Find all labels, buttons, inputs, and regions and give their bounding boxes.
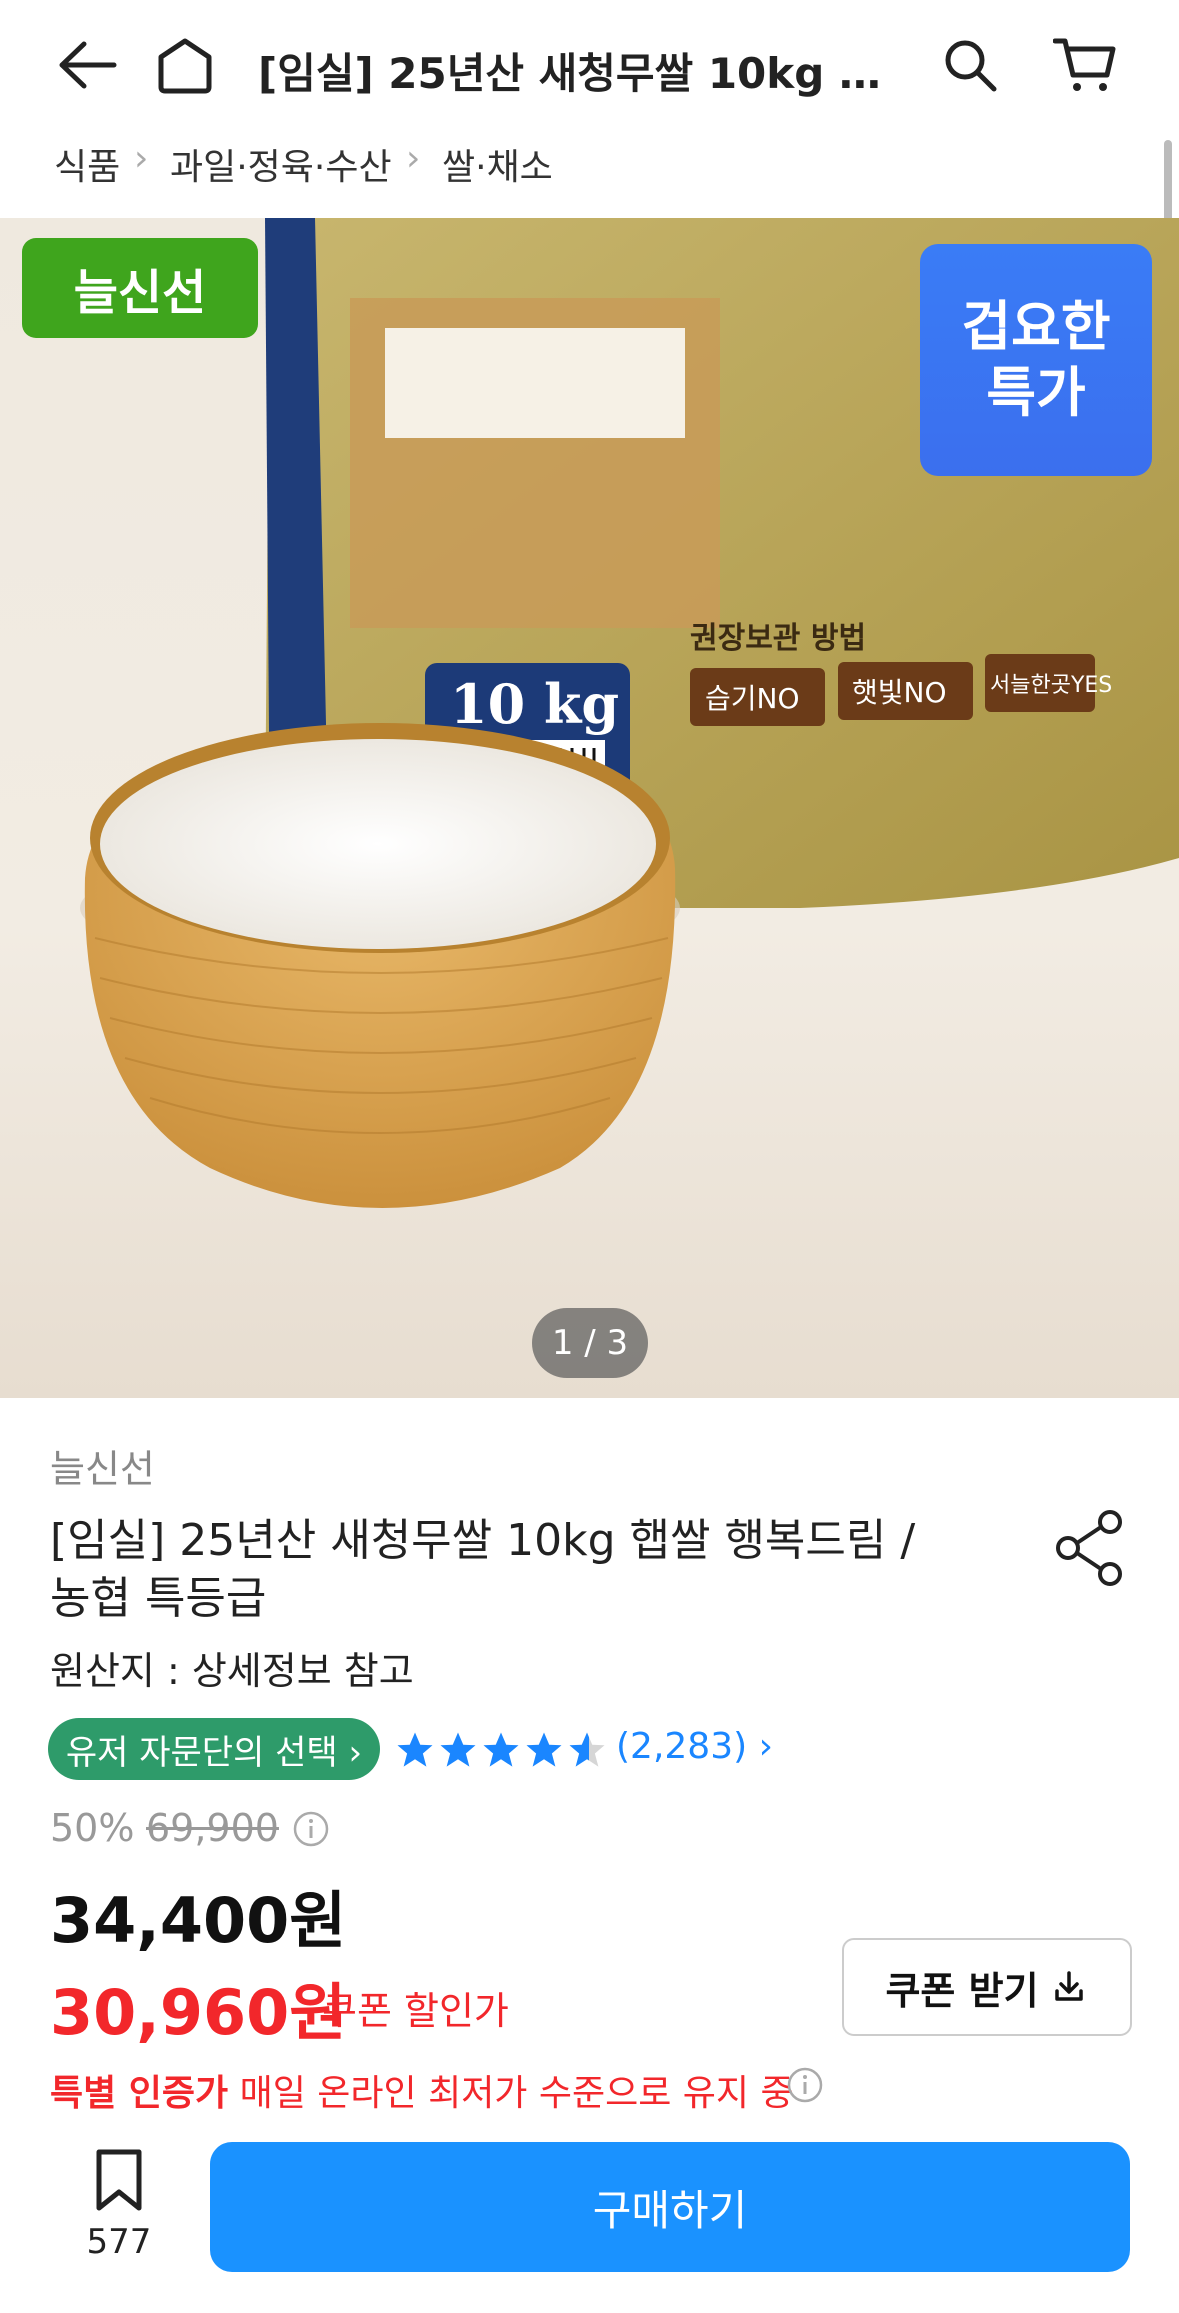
image-pager: 1 / 3 <box>532 1308 648 1378</box>
coupon-price: 30,960원 <box>50 1976 347 2049</box>
back-arrow-icon[interactable] <box>52 30 122 100</box>
cart-icon[interactable] <box>1050 30 1120 100</box>
product-name: [임실] 25년산 새청무쌀 10kg 햅쌀 행복드림 / 농협 특등급 <box>50 1515 916 1624</box>
sale-price: 34,400원 <box>50 1884 347 1957</box>
special-deal-line2: 특가 <box>986 361 1086 424</box>
star-icon <box>440 1732 476 1767</box>
info-icon[interactable] <box>786 2066 824 2104</box>
star-icon <box>483 1732 519 1767</box>
special-deal-line1: 겁요한 <box>961 295 1111 358</box>
origin-info: 원산지 : 상세정보 참고 <box>50 1649 414 1693</box>
certified-price-bold: 특별 인증가 <box>50 2073 229 2114</box>
rating-stars[interactable] <box>394 1722 609 1778</box>
star-icon <box>397 1732 433 1767</box>
fresh-badge: 늘신선 <box>22 238 258 338</box>
breadcrumb-item[interactable]: 쌀·채소 <box>442 138 553 190</box>
bookmark-button[interactable]: 577 <box>78 2148 160 2278</box>
chevron-right-icon: › <box>406 138 421 179</box>
review-count[interactable]: (2,283) › <box>616 1726 773 1767</box>
info-icon[interactable] <box>292 1810 330 1848</box>
product-image-gallery[interactable]: 10 kg 권장보관 방법 습기NO 햇빛NO 서늘한곳YES 늘신선 겁요한 … <box>0 218 1179 1398</box>
breadcrumb-item[interactable]: 식품 <box>54 138 120 190</box>
svg-text:권장보관 방법: 권장보관 방법 <box>690 621 866 656</box>
search-icon[interactable] <box>935 30 1005 100</box>
svg-text:햇빛NO: 햇빛NO <box>852 676 947 709</box>
buy-button[interactable]: 구매하기 <box>210 2142 1130 2272</box>
svg-text:서늘한곳YES: 서늘한곳YES <box>990 673 1112 698</box>
user-panel-choice-badge[interactable]: 유저 자문단의 선택 › <box>48 1718 380 1780</box>
star-icon <box>526 1732 562 1767</box>
seller-name[interactable]: 늘신선 <box>50 1438 155 1493</box>
top-bar: [임실] 25년산 새청무쌀 10kg 햅... <box>0 0 1179 132</box>
download-icon <box>1054 1971 1083 2001</box>
discount-rate: 50% <box>50 1806 135 1850</box>
original-price: 69,900 <box>146 1806 279 1850</box>
get-coupon-button[interactable]: 쿠폰 받기 <box>842 1938 1132 2036</box>
bookmark-count: 577 <box>86 2222 152 2262</box>
special-deal-badge: 겁요한 특가 <box>920 244 1152 476</box>
certified-price-note: 특별 인증가 매일 온라인 최저가 수준으로 유지 중 <box>50 2064 794 2116</box>
bag-weight-text: 10 kg <box>450 672 619 736</box>
breadcrumb-item[interactable]: 과일·정육·수산 <box>170 138 392 190</box>
bookmark-icon <box>96 2149 142 2211</box>
star-half-icon <box>569 1732 605 1767</box>
home-icon[interactable] <box>150 30 220 100</box>
share-icon[interactable] <box>1052 1508 1132 1588</box>
page-title: [임실] 25년산 새청무쌀 10kg 햅... <box>258 49 908 98</box>
certified-price-text: 매일 온라인 최저가 수준으로 유지 중 <box>228 2073 794 2114</box>
chevron-right-icon: › <box>134 138 149 179</box>
svg-text:습기NO: 습기NO <box>705 682 800 715</box>
get-coupon-label: 쿠폰 받기 <box>885 1968 1039 2013</box>
coupon-price-label: 쿠폰 할인가 <box>322 1989 509 2033</box>
breadcrumb: 식품 › 과일·정육·수산 › 쌀·채소 <box>0 130 1179 218</box>
